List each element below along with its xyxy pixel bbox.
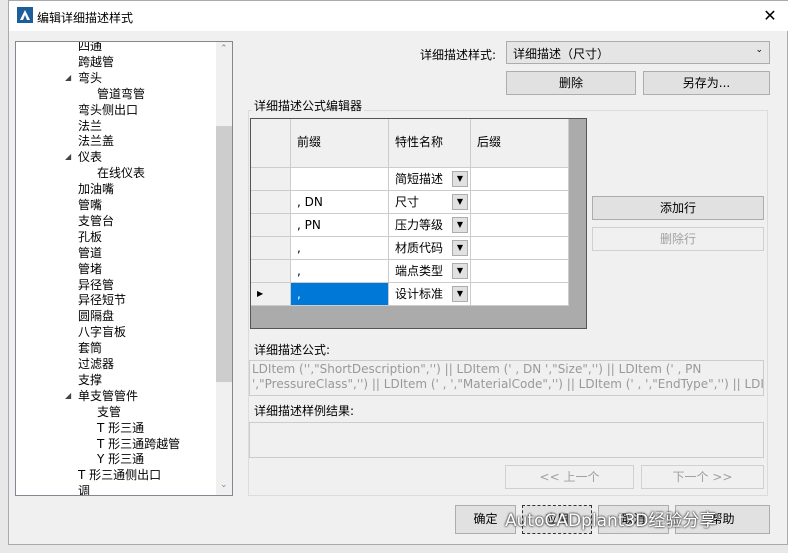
column-header-suffix[interactable]: 后缀 [471,119,569,168]
save-as-button[interactable]: 另存为... [643,71,770,95]
tree-item[interactable]: T 形三通跨越管 [97,436,180,452]
suffix-cell[interactable] [471,191,569,214]
dropdown-arrow-icon[interactable]: ▼ [452,217,468,233]
row-header[interactable] [251,260,291,283]
row-header-corner [251,119,291,168]
tree-item[interactable]: 孔板 [78,229,102,245]
suffix-cell[interactable] [471,237,569,260]
next-button[interactable]: 下一个 >> [641,465,764,489]
property-cell[interactable]: 设计标准 ▼ [389,283,471,306]
formula-line: ',"PressureClass",'') || LDItem (' , ',"… [252,377,764,391]
watermark: AutoCADplant3D经验分享 [505,511,717,531]
tree-item[interactable]: 支撑 [78,372,102,388]
formula-label: 详细描述公式: [254,343,331,357]
column-header-prefix[interactable]: 前缀 [291,119,389,168]
column-header-property[interactable]: 特性名称 [389,119,471,168]
delete-style-button[interactable]: 删除 [506,71,636,95]
current-row-arrow-icon[interactable]: ▶ [251,283,291,306]
tree-item[interactable]: 管道 [78,245,102,261]
prefix-cell[interactable]: , DN [291,191,389,214]
tree-item[interactable]: 支管 [97,404,121,420]
dropdown-arrow-icon[interactable]: ▼ [452,171,468,187]
group-label: 详细描述公式编辑器 [252,97,365,114]
row-header[interactable] [251,237,291,260]
prefix-cell[interactable]: , [291,283,389,306]
suffix-cell[interactable] [471,214,569,237]
property-value: 压力等级 [395,218,444,232]
tree-item[interactable]: 管堵 [78,261,102,277]
row-header[interactable] [251,191,291,214]
prev-button[interactable]: << 上一个 [505,465,634,489]
style-value: 详细描述（尺寸） [513,47,610,61]
title-bar: 编辑详细描述样式 ✕ [9,1,788,31]
tree-item[interactable]: 八字盲板 [78,324,126,340]
row-header[interactable] [251,168,291,191]
property-cell[interactable]: 材质代码 ▼ [389,237,471,260]
property-value: 尺寸 [395,195,420,209]
expand-triangle-icon[interactable]: ◢ [65,73,71,82]
tree-item[interactable]: 法兰 [78,118,102,134]
tree-item[interactable]: 圆隔盘 [78,308,114,324]
expand-triangle-icon[interactable]: ◢ [65,391,71,400]
formula-line: LDItem ('',"ShortDescription",'') || LDI… [252,362,702,376]
tree-item[interactable]: 弯头 [78,70,102,86]
property-cell[interactable]: 尺寸 ▼ [389,191,471,214]
prefix-cell[interactable]: , PN [291,214,389,237]
sample-result-box [249,422,764,458]
autocad-logo-icon [17,7,33,23]
style-label: 详细描述样式: [420,48,497,62]
tree-item[interactable]: 异径管 [78,277,114,293]
property-value: 简短描述 [395,172,444,186]
suffix-cell[interactable] [471,283,569,306]
scroll-down-icon[interactable]: ⌄ [220,480,228,490]
prefix-cell[interactable] [291,168,389,191]
dropdown-arrow-icon[interactable]: ▼ [452,240,468,256]
dropdown-arrow-icon[interactable]: ▼ [452,194,468,210]
tree-item[interactable]: T 形三通 [97,420,144,436]
property-cell[interactable]: 端点类型 ▼ [389,260,471,283]
formula-grid[interactable]: 前缀 特性名称 后缀 简短描述 ▼, DN 尺寸 ▼, PN 压力等级 ▼, 材质代码 ▼, 端点类型… [250,118,587,329]
tree-item[interactable]: 法兰盖 [78,133,114,149]
tree-item[interactable]: 套筒 [78,340,102,356]
chevron-down-icon: ⌄ [755,45,763,55]
prefix-cell[interactable]: , [291,260,389,283]
dropdown-arrow-icon[interactable]: ▼ [452,263,468,279]
tree-item[interactable]: 仪表 [78,149,102,165]
formula-textarea[interactable]: LDItem ('',"ShortDescription",'') || LDI… [249,360,764,396]
style-dropdown[interactable]: 详细描述（尺寸） ⌄ [506,41,770,64]
close-icon[interactable]: ✕ [759,5,781,27]
tree-item[interactable]: 管嘴 [78,197,102,213]
property-value: 设计标准 [395,287,444,301]
tree-item[interactable]: 管道弯管 [97,86,145,102]
sample-label: 详细描述样例结果: [254,404,355,418]
tree-item[interactable]: 单支管管件 [78,388,138,404]
tree-item[interactable]: T 形三通侧出口 [78,467,161,483]
add-row-button[interactable]: 添加行 [592,196,764,220]
row-header[interactable] [251,214,291,237]
window-title: 编辑详细描述样式 [37,11,134,25]
tree-item[interactable]: 过滤器 [78,356,114,372]
component-tree[interactable]: 四通 跨越管 ◢ 弯头 管道弯管 弯头侧出口 法兰 法兰盖 ◢ 仪表 在线仪表 加油嘴 管嘴 支管台 孔板管… [15,41,233,496]
scroll-up-icon[interactable]: ⌃ [220,44,228,54]
tree-item[interactable]: 四通 [78,42,102,54]
tree-item[interactable]: Y 形三通 [97,451,144,467]
tree-item[interactable]: 支管台 [78,213,114,229]
delete-row-button[interactable]: 删除行 [592,227,764,251]
property-cell[interactable]: 简短描述 ▼ [389,168,471,191]
tree-item[interactable]: 在线仪表 [97,165,145,181]
tree-item[interactable]: 弯头侧出口 [78,102,138,118]
suffix-cell[interactable] [471,260,569,283]
scrollbar-thumb[interactable] [216,126,232,382]
dropdown-arrow-icon[interactable]: ▼ [452,286,468,302]
prefix-cell[interactable]: , [291,237,389,260]
tree-item[interactable]: 异径短节 [78,292,126,308]
tree-item[interactable]: 调 [78,483,90,495]
tree-item[interactable]: 加油嘴 [78,181,114,197]
property-cell[interactable]: 压力等级 ▼ [389,214,471,237]
property-value: 材质代码 [395,241,444,255]
property-value: 端点类型 [395,264,444,278]
suffix-cell[interactable] [471,168,569,191]
tree-item[interactable]: 跨越管 [78,54,114,70]
expand-triangle-icon[interactable]: ◢ [65,152,71,161]
